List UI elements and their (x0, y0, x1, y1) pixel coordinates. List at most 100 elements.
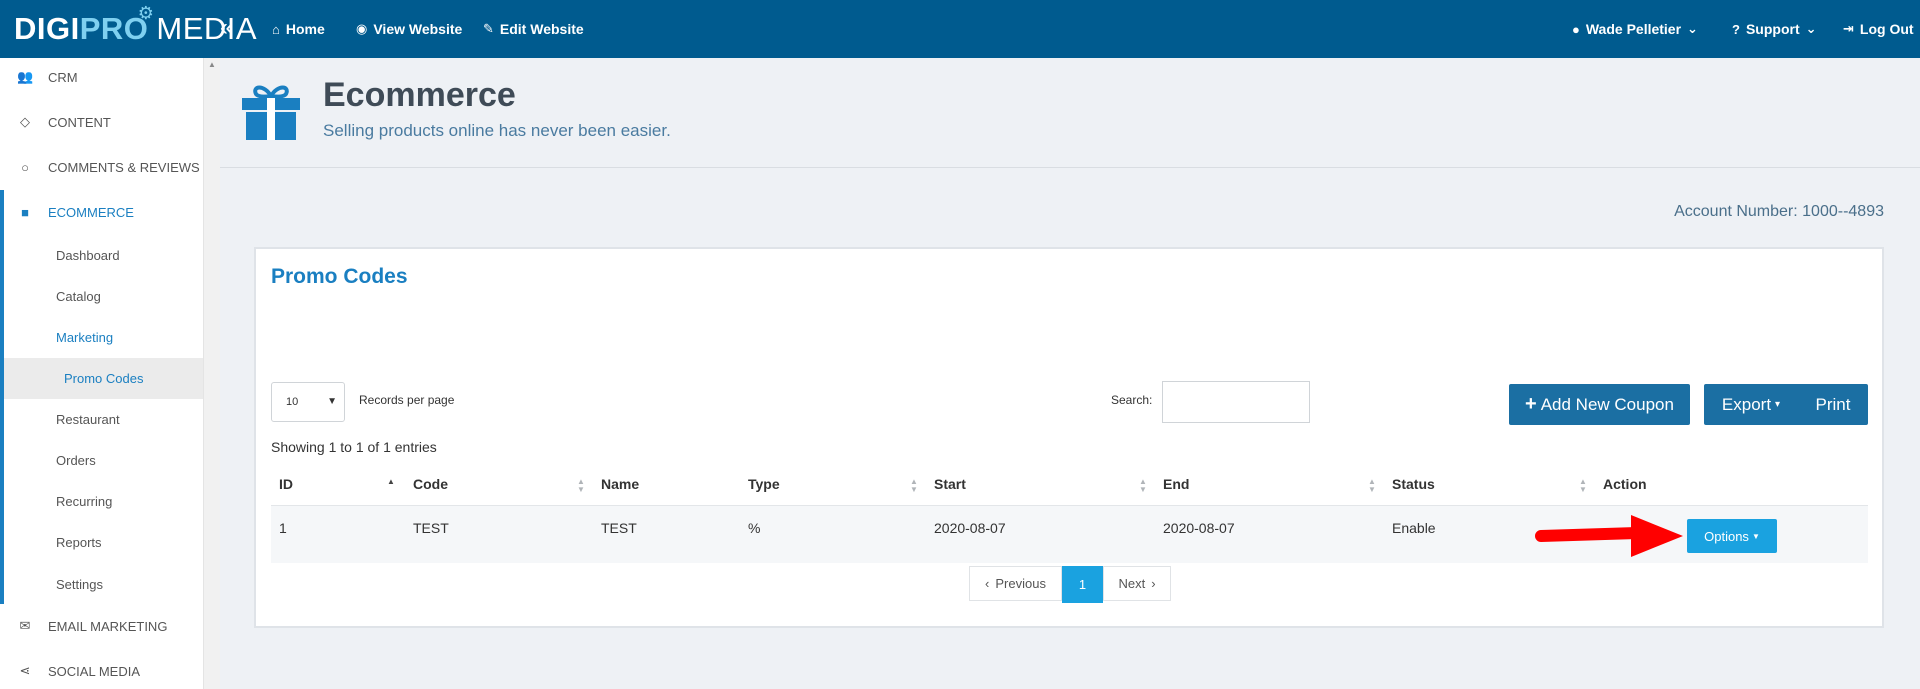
nav-view-website[interactable]: ◉ View Website (356, 20, 462, 38)
sidebar-sub-dashboard[interactable]: Dashboard (56, 244, 120, 266)
caret-down-icon: ▼ (327, 396, 337, 407)
edit-icon: ✎ (483, 21, 494, 36)
plus-icon: + (1525, 393, 1537, 415)
sidebar-item-ecommerce[interactable]: ■ ECOMMERCE (0, 197, 203, 227)
column-header-id[interactable]: ID (279, 476, 293, 498)
logo-pro: PRO ⚙ (80, 3, 154, 47)
gear-icon: ⚙ (137, 3, 155, 23)
user-circle-icon: ● (1572, 21, 1580, 37)
chevron-left-icon: ‹ (985, 576, 990, 591)
logo-digi: DIGI (14, 11, 80, 46)
sidebar-sub-settings[interactable]: Settings (56, 573, 103, 595)
sidebar-item-label: CONTENT (48, 114, 111, 130)
cell-name: TEST (601, 520, 637, 536)
home-icon: ⌂ (272, 21, 280, 37)
search-input[interactable] (1162, 381, 1310, 423)
panel-title: Promo Codes (271, 265, 408, 288)
account-number: Account Number: 1000--4893 (1674, 203, 1884, 220)
export-button[interactable]: Export ▾ (1704, 384, 1798, 425)
logout-label: Log Out (1859, 21, 1914, 37)
sidebar-item-label: CRM (48, 69, 78, 85)
scroll-up-icon[interactable]: ▲ (208, 60, 216, 69)
chevron-down-icon: ⌄ (1805, 21, 1817, 36)
logo-media: MEDIA (156, 11, 258, 46)
print-button[interactable]: Print (1798, 384, 1868, 425)
red-arrow-annotation (1535, 515, 1683, 557)
sidebar-item-email-marketing[interactable]: ✉ EMAIL MARKETING (0, 611, 203, 641)
sort-asc-icon[interactable]: ▲ (387, 478, 395, 486)
comment-icon: ○ (21, 159, 29, 175)
add-new-coupon-button[interactable]: + Add New Coupon (1509, 384, 1690, 425)
share-icon: ⋖ (19, 663, 31, 678)
users-icon: 👥 (17, 69, 34, 84)
sidebar-item-label: SOCIAL MEDIA (48, 663, 140, 679)
sidebar-sub-promo-codes[interactable]: Promo Codes (4, 358, 203, 399)
sort-icon[interactable]: ▲ ▼ (1579, 478, 1587, 494)
column-header-start[interactable]: Start (934, 476, 966, 498)
sidebar-item-social-media[interactable]: ⋖ SOCIAL MEDIA (0, 656, 203, 686)
chevron-down-icon: ⌄ (1687, 21, 1698, 36)
sidebar-item-label: COMMENTS & REVIEWS (48, 159, 200, 175)
support-menu-label: Support (1745, 21, 1800, 37)
cell-end: 2020-08-07 (1163, 520, 1235, 536)
nav-edit-website-label: Edit Website (499, 21, 584, 37)
sidebar-sub-restaurant[interactable]: Restaurant (56, 408, 120, 430)
export-label: Export (1721, 394, 1772, 414)
logout-link[interactable]: ⇥ Log Out (1843, 20, 1914, 38)
sign-out-icon: ⇥ (1843, 21, 1854, 36)
gift-icon: ■ (21, 204, 29, 220)
sidebar-sub-marketing[interactable]: Marketing (56, 326, 113, 348)
sort-icon[interactable]: ▲ ▼ (1368, 478, 1376, 494)
column-header-action: Action (1603, 476, 1647, 492)
sidebar-sub-catalog[interactable]: Catalog (56, 285, 101, 307)
column-header-status[interactable]: Status (1392, 476, 1435, 498)
options-label: Options (1704, 528, 1749, 544)
records-per-page-select[interactable]: 10 ▼ (271, 382, 345, 422)
column-header-name[interactable]: Name (601, 476, 639, 498)
caret-down-icon: ▼ (1751, 531, 1760, 541)
column-header-code[interactable]: Code (413, 476, 448, 498)
user-menu[interactable]: ● Wade Pelletier ⌄ (1572, 20, 1698, 38)
support-menu[interactable]: ? Support ⌄ (1732, 20, 1817, 38)
sidebar-item-label: EMAIL MARKETING (48, 618, 168, 634)
column-header-type[interactable]: Type (748, 476, 780, 498)
sort-icon[interactable]: ▲ ▼ (1139, 478, 1147, 494)
pagination-next-label: Next (1118, 576, 1146, 591)
search-label: Search: (1111, 393, 1153, 407)
pagination-previous-label: Previous (995, 576, 1046, 591)
nav-view-website-label: View Website (373, 21, 463, 37)
records-per-page-value: 10 (286, 396, 299, 408)
pagination-next[interactable]: Next › (1103, 566, 1171, 601)
cell-status: Enable (1392, 520, 1436, 536)
sidebar-sub-reports[interactable]: Reports (56, 531, 102, 553)
envelope-icon: ✉ (19, 618, 31, 633)
question-circle-icon: ? (1732, 21, 1740, 37)
options-button[interactable]: Options ▼ (1687, 519, 1777, 553)
column-header-end[interactable]: End (1163, 476, 1189, 498)
sort-icon[interactable]: ▲ ▼ (577, 478, 585, 494)
pagination-page-1[interactable]: 1 (1062, 566, 1103, 603)
sidebar-sub-orders[interactable]: Orders (56, 449, 96, 471)
add-new-coupon-label: Add New Coupon (1540, 394, 1674, 414)
cell-start: 2020-08-07 (934, 520, 1006, 536)
page-title: Ecommerce (323, 76, 516, 114)
sidebar-sub-recurring[interactable]: Recurring (56, 490, 112, 512)
sidebar-item-crm[interactable]: 👥 CRM (0, 62, 203, 92)
nav-edit-website[interactable]: ✎ Edit Website (483, 20, 584, 38)
pagination-previous[interactable]: ‹ Previous (969, 566, 1062, 601)
cell-type: % (748, 520, 761, 536)
cell-code: TEST (413, 520, 449, 536)
diamond-icon: ◇ (20, 114, 30, 129)
sidebar-item-label: ECOMMERCE (48, 204, 134, 220)
sort-icon[interactable]: ▲ ▼ (910, 478, 918, 494)
user-menu-label: Wade Pelletier (1585, 21, 1682, 37)
page-subtitle: Selling products online has never been e… (323, 121, 671, 140)
eye-icon: ◉ (356, 21, 368, 36)
sidebar-item-content[interactable]: ◇ CONTENT (0, 107, 203, 137)
nav-home[interactable]: ⌂ Home (272, 20, 325, 38)
top-navbar: DIGI PRO ⚙ MEDIA « ⌂ Home ◉ View Website … (0, 0, 1920, 58)
caret-down-icon: ▾ (1775, 399, 1781, 410)
sidebar-scrollbar[interactable]: ▲ (203, 58, 220, 689)
collapse-sidebar-icon[interactable]: « (220, 14, 233, 42)
sidebar-item-comments-reviews[interactable]: ○ COMMENTS & REVIEWS (0, 152, 203, 182)
